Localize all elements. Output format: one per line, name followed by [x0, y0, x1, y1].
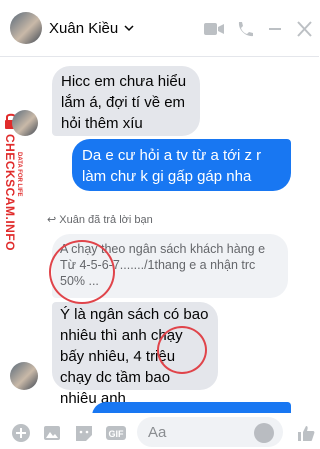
annotation-circle	[49, 240, 115, 304]
sender-avatar[interactable]	[12, 110, 38, 136]
minimize-icon[interactable]	[264, 20, 286, 38]
watermark-tag: DATA FOR LIFE	[16, 152, 22, 197]
close-icon[interactable]	[294, 20, 316, 38]
video-call-icon[interactable]	[203, 20, 225, 38]
photo-icon[interactable]	[42, 423, 62, 443]
chevron-down-icon[interactable]	[124, 23, 134, 33]
phone-call-icon[interactable]	[234, 20, 256, 38]
message-incoming[interactable]: Hicc em chưa hiểu lắm á, đợi tí về em hỏ…	[52, 66, 200, 136]
emoji-icon[interactable]	[254, 423, 274, 443]
sticker-icon[interactable]	[74, 423, 94, 443]
watermark-site: CHECKSCAM.INFO	[3, 134, 17, 251]
gif-icon[interactable]: GIF	[105, 423, 127, 443]
plus-circle-icon[interactable]	[11, 423, 31, 443]
message-outgoing[interactable]: Da e cư hỏi a tv từ a tới z r làm chư k …	[72, 139, 291, 191]
reply-note-text: Xuân đã trả lời bạn	[59, 214, 153, 226]
reply-note: ↩ Xuân đã trả lời bạn	[47, 213, 153, 226]
reply-arrow-icon: ↩	[47, 214, 60, 226]
like-icon[interactable]	[296, 423, 316, 443]
sender-avatar[interactable]	[10, 362, 38, 390]
message-text: Da e cư hỏi a tv từ a tới z r làm chư k …	[82, 147, 262, 185]
message-input-placeholder: Aa	[148, 424, 167, 441]
svg-text:GIF: GIF	[109, 429, 125, 439]
contact-name[interactable]: Xuân Kiều	[49, 20, 118, 37]
chat-header: Xuân Kiều	[0, 0, 319, 57]
annotation-circle	[157, 326, 207, 374]
contact-avatar[interactable]	[10, 12, 42, 44]
message-text: Hicc em chưa hiểu lắm á, đợi tí về em hỏ…	[61, 73, 187, 132]
